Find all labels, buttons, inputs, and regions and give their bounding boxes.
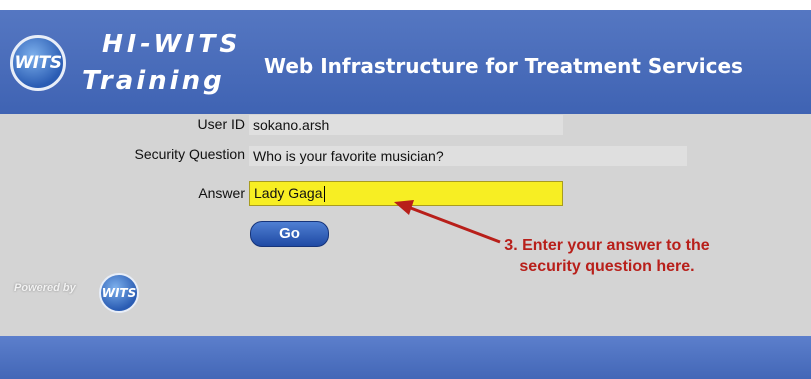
- arrow-head: [394, 200, 414, 215]
- annotation-arrow: [394, 200, 501, 244]
- annotation-text: 3. Enter your answer to the security que…: [504, 237, 710, 275]
- footer-bar: [0, 336, 811, 379]
